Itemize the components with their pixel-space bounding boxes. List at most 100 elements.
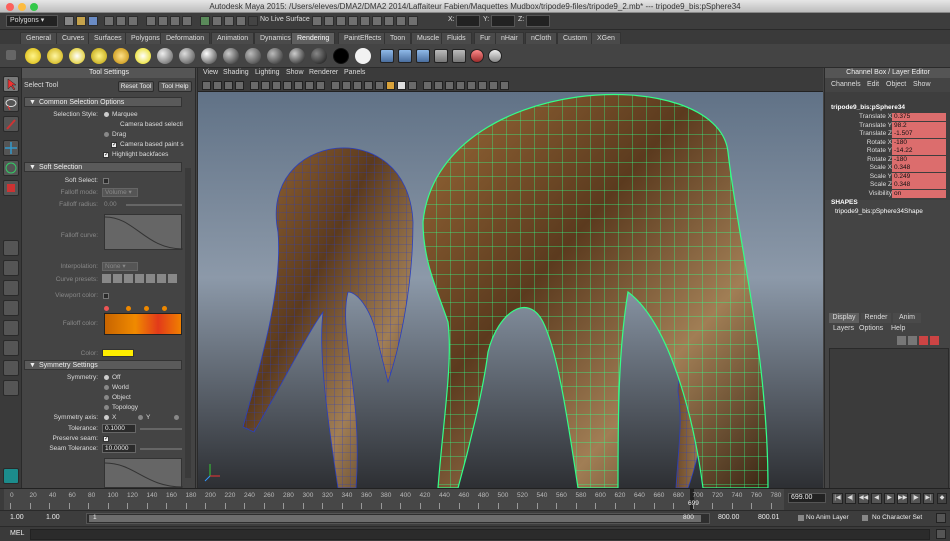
layout-four-icon[interactable] [3,260,19,276]
wireframe-icon[interactable] [331,81,340,90]
step-back-key-icon[interactable]: ◀◀ [858,493,869,504]
channel-label[interactable]: Scale Y [870,173,892,180]
volume-light-icon[interactable] [135,48,151,64]
current-frame-input[interactable]: 699.00 [788,493,826,503]
select-hierarchy-icon[interactable] [104,16,114,26]
tolerance-input[interactable]: 0.1000 [102,424,136,433]
object-name[interactable]: tripode9_bis:pSphere34 [831,104,905,111]
symmetry-settings-header[interactable]: ▼ Symmetry Settings [24,360,182,370]
time-slider[interactable]: 699 699.00 |◀ ◀| ◀◀ ◀ ▶ ▶▶ |▶ ▶| ◆ 02040… [0,488,950,511]
live-surface-icon[interactable] [248,16,258,26]
channel-label[interactable]: Translate Y [859,122,892,129]
channel-label[interactable]: Translate X [859,113,892,120]
preserve-seam-checkbox[interactable]: ✓ [103,436,109,442]
viewport-menu-panels[interactable]: Panels [344,69,365,76]
x-input[interactable] [456,15,480,27]
highlight-backfaces-checkbox[interactable]: ✓ [103,152,109,158]
layer-list[interactable] [829,348,949,508]
lasso-tool-icon[interactable] [3,96,19,112]
bounding-box-icon[interactable] [353,81,362,90]
step-forward-key-icon[interactable]: ▶▶ [897,493,908,504]
safe-action-icon[interactable] [305,81,314,90]
interpolation-dropdown[interactable]: None ▾ [102,262,138,271]
grid-toggle-icon[interactable] [250,81,259,90]
range-end-value[interactable]: 800.00 [718,514,739,521]
directional-light-icon[interactable] [47,48,63,64]
layout-single-icon[interactable] [3,240,19,256]
input-icon[interactable] [408,16,418,26]
shelf-tab-rendering[interactable]: Rendering [291,32,336,44]
select-component-icon[interactable] [128,16,138,26]
time-track[interactable] [4,489,784,511]
snap-point-icon[interactable] [170,16,180,26]
layout-persp-outliner-icon[interactable] [3,280,19,296]
go-to-end-icon[interactable]: ▶| [923,493,934,504]
render-view-icon[interactable] [380,49,394,63]
tolerance-slider[interactable] [140,428,182,430]
symmetry-off-radio[interactable] [104,375,109,380]
options-menu[interactable]: Options [859,325,883,332]
character-set-icon[interactable] [862,515,868,521]
shelf-menu-icon[interactable] [6,50,16,60]
select-camera-icon[interactable] [202,81,211,90]
tab-anim[interactable]: Anim [893,313,921,323]
minimize-window-icon[interactable] [18,3,26,11]
character-set-dropdown[interactable]: No Character Set [872,514,922,521]
scale-tool-icon[interactable] [3,180,19,196]
curve-preset-icon[interactable] [157,274,166,283]
mudbox-icon[interactable] [3,468,19,484]
channel-value[interactable]: -180 [892,155,946,164]
render-settings-icon[interactable] [236,16,246,26]
ramp-key-icon[interactable] [104,306,109,311]
rotate-tool-icon[interactable] [3,160,19,176]
layout-outliner-icon[interactable] [3,380,19,396]
falloff-radius-slider[interactable] [126,204,182,206]
shelf-tab-animation[interactable]: Animation [211,32,255,44]
axis-z-radio[interactable] [174,415,179,420]
smooth-shade-icon[interactable] [342,81,351,90]
common-selection-header[interactable]: ▼ Common Selection Options [24,97,182,107]
play-forward-icon[interactable]: ▶ [884,493,895,504]
z-input[interactable] [526,15,550,27]
drag-radio[interactable] [104,132,109,137]
curve-preset-icon[interactable] [135,274,144,283]
render-settings-shelf-icon[interactable] [434,49,448,63]
falloff-curve-graph[interactable] [104,214,184,250]
point-light-icon[interactable] [69,48,85,64]
anim-layer-icon[interactable] [798,515,804,521]
hypershade-icon[interactable] [452,49,466,63]
soft-select-checkbox[interactable] [103,178,109,184]
help-menu[interactable]: Help [891,325,905,332]
channel-label[interactable]: Rotate X [867,139,892,146]
select-object-icon[interactable] [116,16,126,26]
play-backward-icon[interactable]: ◀ [871,493,882,504]
viewport-menu-shading[interactable]: Shading [223,69,249,76]
channel-value[interactable]: -180 [892,138,946,147]
shelf-tab-xgen[interactable]: XGen [591,32,621,44]
axis-y-radio[interactable] [138,415,143,420]
pivot-icon[interactable] [348,16,358,26]
viewport-menu-renderer[interactable]: Renderer [309,69,338,76]
soft-selection-header[interactable]: ▼ Soft Selection [24,162,182,172]
seam-falloff-graph[interactable] [104,458,184,488]
depth-of-field-icon[interactable] [500,81,509,90]
image-plane-icon[interactable] [235,81,244,90]
channels-menu[interactable]: Channels [831,81,861,88]
new-layer-selected-icon[interactable] [930,336,939,345]
channel-value[interactable]: 0.348 [892,164,946,172]
selected-tripod-mesh[interactable] [422,94,769,488]
symmetry-world-radio[interactable] [104,385,109,390]
anisotropic-shader-icon[interactable] [245,48,261,64]
ramp-key-icon[interactable] [162,306,167,311]
xray-joints-icon[interactable] [434,81,443,90]
select-tool-icon[interactable] [3,76,19,92]
shelf-tab-toon[interactable]: Toon [384,32,412,44]
layer-move-up-icon[interactable] [897,336,906,345]
layout-graph-icon[interactable] [3,300,19,316]
falloff-color-ramp[interactable] [104,313,182,335]
edit-menu[interactable]: Edit [867,81,879,88]
paint-effects-icon[interactable] [470,49,484,63]
render-frame-icon[interactable] [212,16,222,26]
curve-preset-icon[interactable] [124,274,133,283]
save-scene-icon[interactable] [88,16,98,26]
